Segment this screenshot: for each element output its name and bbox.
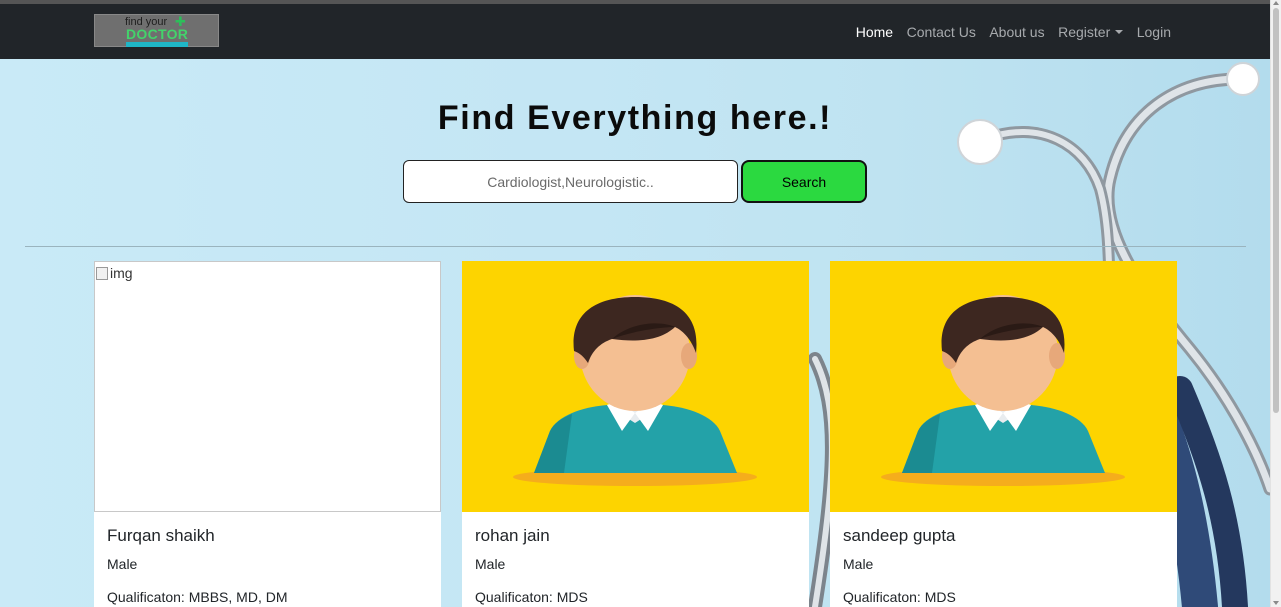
doctor-card-body: Furqan shaikh Male Qualificaton: MBBS, M… — [107, 526, 288, 605]
doctor-name: sandeep gupta — [843, 526, 956, 545]
doctor-name: Furqan shaikh — [107, 526, 215, 545]
nav-contact-us[interactable]: Contact Us — [907, 24, 976, 40]
nav-register-label: Register — [1058, 23, 1111, 40]
section-divider — [25, 246, 1246, 247]
scroll-down-arrow-icon[interactable] — [1273, 601, 1279, 605]
doctor-gender: Male — [107, 556, 138, 572]
search-button[interactable]: Search — [741, 160, 867, 203]
image-alt-text: img — [110, 265, 133, 281]
nav-links: Home Contact Us About us Register Login — [842, 4, 1171, 59]
doctor-card[interactable]: sandeep gupta Male Qualificaton: MDS — [830, 261, 1177, 607]
broken-image-icon: img — [96, 265, 133, 281]
doctor-gender: Male — [843, 556, 874, 572]
page-scrollbar[interactable] — [1270, 0, 1281, 607]
doctor-card-body: sandeep gupta Male Qualificaton: MDS — [843, 526, 956, 605]
scroll-up-arrow-icon[interactable] — [1273, 1, 1279, 5]
scroll-thumb[interactable] — [1273, 8, 1279, 413]
nav-register-dropdown[interactable]: Register — [1058, 23, 1124, 40]
site-logo[interactable]: find your ✚ DOCTOR — [94, 14, 219, 47]
nav-home[interactable]: Home — [856, 24, 893, 40]
search-input[interactable] — [403, 160, 738, 203]
logo-underline — [126, 42, 188, 47]
doctor-qualification: Qualificaton: MBBS, MD, DM — [107, 589, 288, 605]
navbar: find your ✚ DOCTOR Home Contact Us About… — [0, 4, 1270, 59]
doctor-card[interactable]: rohan jain Male Qualificaton: MDS — [462, 261, 809, 607]
avatar-icon — [830, 261, 1177, 512]
logo-wordmark: DOCTOR — [126, 26, 189, 42]
doctor-qualification: Qualificaton: MDS — [475, 589, 588, 605]
doctor-card[interactable]: img Furqan shaikh Male Qualificaton: MBB… — [94, 261, 441, 607]
doctor-name: rohan jain — [475, 526, 550, 545]
hero-title: Find Everything here.! — [437, 99, 833, 137]
caret-down-icon — [1115, 29, 1124, 34]
doctor-photo — [830, 261, 1177, 512]
doctor-photo: img — [94, 261, 441, 512]
doctor-qualification: Qualificaton: MDS — [843, 589, 956, 605]
doctor-gender: Male — [475, 556, 506, 572]
avatar-icon — [462, 261, 809, 512]
doctor-photo — [462, 261, 809, 512]
broken-image-glyph — [96, 266, 108, 280]
nav-login[interactable]: Login — [1137, 24, 1171, 40]
hero-section: Find Everything here.! Search img Furqan… — [0, 59, 1270, 607]
doctor-card-body: rohan jain Male Qualificaton: MDS — [475, 526, 588, 605]
nav-about-us[interactable]: About us — [989, 24, 1044, 40]
